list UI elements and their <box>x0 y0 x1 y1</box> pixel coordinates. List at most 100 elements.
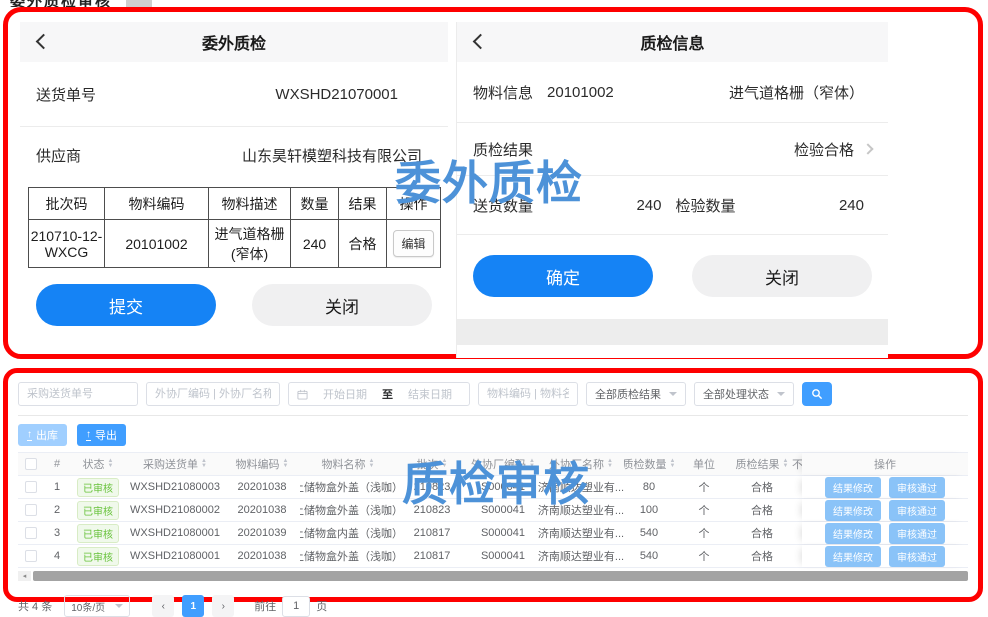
search-icon <box>811 388 823 400</box>
purchase-delivery-no-input[interactable] <box>18 382 138 406</box>
modify-result-button[interactable]: 结果修改 <box>825 546 881 567</box>
chevron-down-icon <box>669 392 677 396</box>
row-checkbox[interactable] <box>25 481 37 493</box>
sort-icon[interactable]: ▲▼ <box>369 459 375 469</box>
toolbar: ↑ 出库 ↑ 导出 <box>18 424 968 446</box>
delivery-qty: 240 <box>636 197 661 214</box>
field-label: 送货单号 <box>36 84 96 105</box>
upload-icon: ↑ <box>27 430 32 441</box>
cell-material-desc: 进气道格栅(窄体) <box>209 220 291 268</box>
delivery-no-row: 送货单号 WXSHD21070001 <box>20 62 448 126</box>
next-page-button[interactable]: › <box>212 595 234 617</box>
page-1-button[interactable]: 1 <box>182 595 204 617</box>
field-value: WXSHD21070001 <box>275 86 398 103</box>
field-label: 检验数量 <box>676 195 736 216</box>
submit-button[interactable]: 提交 <box>36 284 216 326</box>
upload-icon: ↑ <box>86 430 91 441</box>
date-to-label: 至 <box>382 386 393 402</box>
field-value: 检验合格 <box>794 139 854 160</box>
select-all-checkbox[interactable] <box>25 458 37 470</box>
table-row: 4 已审核 WXSHD21080001 20201038 上储物盒外盖（浅咖） … <box>18 545 968 568</box>
chevron-down-icon <box>115 604 123 608</box>
edit-button[interactable]: 编辑 <box>393 230 433 257</box>
approve-button[interactable]: 审核通过 <box>889 477 945 498</box>
cell-result: 合格 <box>339 220 387 268</box>
cell-batch: 210710-12-WXCG <box>29 220 105 268</box>
goto-page-input[interactable] <box>282 596 310 617</box>
row-checkbox[interactable] <box>25 550 37 562</box>
approve-button[interactable]: 审核通过 <box>889 546 945 567</box>
search-button[interactable] <box>802 382 832 406</box>
row-checkbox[interactable] <box>25 527 37 539</box>
inspect-qty: 240 <box>839 197 864 214</box>
col-material-desc: 物料描述 <box>209 188 291 220</box>
sort-icon[interactable]: ▲▼ <box>783 459 789 469</box>
table-row: 3 已审核 WXSHD21080001 20201039 上储物盒内盖（浅咖） … <box>18 522 968 545</box>
sort-icon[interactable]: ▲▼ <box>607 459 613 469</box>
col-batch: 批次码 <box>29 188 105 220</box>
approve-button[interactable]: 审核通过 <box>889 500 945 521</box>
scroll-left-icon[interactable]: ◂ <box>18 571 31 581</box>
status-badge: 已审核 <box>77 547 119 566</box>
vendor-input[interactable] <box>146 382 280 406</box>
status-badge: 已审核 <box>77 524 119 543</box>
panel-outsourced-qc: 委外质检 送货单号 WXSHD21070001 供应商 山东昊轩模塑科技有限公司… <box>20 22 448 354</box>
sort-icon[interactable]: ▲▼ <box>201 459 207 469</box>
date-start-placeholder: 开始日期 <box>314 386 376 402</box>
sort-icon[interactable]: ▲▼ <box>108 459 114 469</box>
back-icon[interactable] <box>36 34 52 50</box>
truncated-column: 不 <box>790 453 802 475</box>
status-badge: 已审核 <box>77 478 119 497</box>
page-size-select[interactable]: 10条/页 <box>64 595 130 617</box>
goto-suffix: 页 <box>316 598 327 614</box>
process-status-select[interactable]: 全部处理状态 <box>694 382 794 406</box>
pagination: 共 4 条 10条/页 ‹ 1 › 前往 页 <box>18 595 968 617</box>
cell-material-code: 20101002 <box>105 220 209 268</box>
close-button[interactable]: 关闭 <box>252 284 432 326</box>
field-label: 物料信息 <box>473 82 533 103</box>
prev-page-button[interactable]: ‹ <box>152 595 174 617</box>
page-title: 委外质检 <box>202 30 266 54</box>
material-name: 进气道格栅（窄体） <box>729 82 864 103</box>
col-qty: 数量 <box>291 188 339 220</box>
clipped-window-title: 委外质检审核 <box>10 0 160 7</box>
export-button[interactable]: ↑ 导出 <box>77 424 126 446</box>
scrollbar-thumb[interactable] <box>33 571 968 581</box>
material-input[interactable] <box>478 382 578 406</box>
table-header-row: 批次码 物料编码 物料描述 数量 结果 操作 <box>29 188 441 220</box>
modify-result-button[interactable]: 结果修改 <box>825 477 881 498</box>
field-label: 供应商 <box>36 145 81 166</box>
chevron-right-icon <box>862 143 873 154</box>
panel-footer-bar <box>457 319 888 345</box>
panel-header: 委外质检 <box>20 22 448 62</box>
material-info-row: 物料信息 20101002 进气道格栅（窄体） <box>457 62 888 122</box>
horizontal-scrollbar: ◂ <box>18 571 968 581</box>
status-badge: 已审核 <box>77 501 119 520</box>
col-result: 结果 <box>339 188 387 220</box>
watermark-outsourced-qc: 委外质检 <box>395 160 583 206</box>
material-code: 20101002 <box>547 84 614 101</box>
modify-result-button[interactable]: 结果修改 <box>825 523 881 544</box>
col-material-code: 物料编码 <box>105 188 209 220</box>
supplier-row: 供应商 山东昊轩模塑科技有限公司 <box>20 127 448 183</box>
close-button[interactable]: 关闭 <box>692 255 872 297</box>
cell-qty: 240 <box>291 220 339 268</box>
back-icon[interactable] <box>473 34 489 50</box>
watermark-qc-review: 质检审核 <box>402 461 590 507</box>
sort-icon[interactable]: ▲▼ <box>283 459 289 469</box>
date-range-picker[interactable]: 开始日期 至 结束日期 <box>288 382 470 406</box>
confirm-button[interactable]: 确定 <box>473 255 653 297</box>
filter-bar: 开始日期 至 结束日期 全部质检结果 全部处理状态 <box>18 382 968 416</box>
date-end-placeholder: 结束日期 <box>399 386 461 402</box>
calendar-icon <box>297 389 308 400</box>
approve-button[interactable]: 审核通过 <box>889 523 945 544</box>
stock-out-button[interactable]: ↑ 出库 <box>18 424 67 446</box>
col-actions: 操作 <box>802 453 968 475</box>
table-row: 210710-12-WXCG 20101002 进气道格栅(窄体) 240 合格… <box>29 220 441 268</box>
modify-result-button[interactable]: 结果修改 <box>825 500 881 521</box>
goto-label: 前往 <box>254 598 276 614</box>
row-checkbox[interactable] <box>25 504 37 516</box>
page-title: 质检信息 <box>640 30 704 54</box>
panel-header: 质检信息 <box>457 22 888 62</box>
qc-result-select[interactable]: 全部质检结果 <box>586 382 686 406</box>
